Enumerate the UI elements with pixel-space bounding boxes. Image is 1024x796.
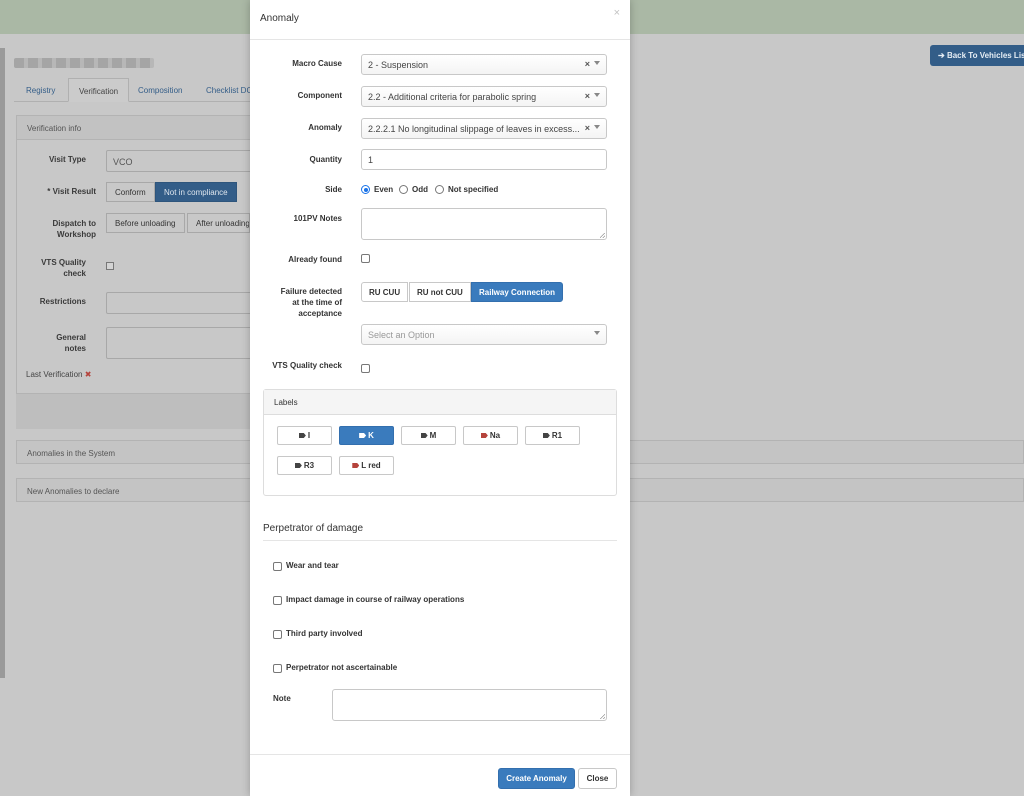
back-to-vehicles-button[interactable]: ➔ Back To Vehicles List xyxy=(930,45,1024,66)
ru-not-cuu-button[interactable]: RU not CUU xyxy=(409,282,471,302)
section-divider xyxy=(263,540,617,541)
third-party-checkbox[interactable] xyxy=(273,630,282,639)
visit-result-label: * Visit Result xyxy=(47,187,96,196)
vts-quality-checkbox[interactable] xyxy=(106,262,114,270)
visit-type-field[interactable]: VCO xyxy=(106,150,256,172)
tab-composition[interactable]: Composition xyxy=(128,78,192,102)
dispatch-label: Dispatch to Workshop xyxy=(52,219,96,239)
third-party-label: Third party involved xyxy=(286,629,363,638)
ru-cuu-button[interactable]: RU CUU xyxy=(361,282,409,302)
verification-panel-title: Verification info xyxy=(17,116,255,140)
already-found-checkbox[interactable] xyxy=(361,254,370,263)
side-odd-label: Odd xyxy=(412,185,428,194)
anomaly-select[interactable]: 2.2.2.1 No longitudinal slippage of leav… xyxy=(361,118,607,139)
quantity-label: Quantity xyxy=(309,155,342,164)
general-notes-field[interactable] xyxy=(106,327,256,359)
label-r3-button[interactable]: R3 xyxy=(277,456,332,475)
wear-and-tear-checkbox[interactable] xyxy=(273,562,282,571)
close-icon[interactable]: × xyxy=(614,7,620,19)
tag-icon xyxy=(294,463,302,468)
note-textarea[interactable] xyxy=(332,689,607,721)
label-k-button[interactable]: K xyxy=(339,426,394,445)
clear-icon[interactable]: × xyxy=(585,91,590,101)
label-m-button[interactable]: M xyxy=(401,426,456,445)
label-i-button[interactable]: I xyxy=(277,426,332,445)
tag-icon xyxy=(359,433,367,438)
side-even-label: Even xyxy=(374,185,394,194)
tab-registry[interactable]: Registry xyxy=(16,78,65,102)
side-not-specified-label: Not specified xyxy=(448,185,499,194)
visit-type-label: Visit Type xyxy=(48,155,86,164)
tag-icon xyxy=(298,433,306,438)
perpetrator-title: Perpetrator of damage xyxy=(263,523,364,534)
verification-panel-footer xyxy=(16,393,256,429)
vts-quality-check-checkbox[interactable] xyxy=(361,364,370,373)
impact-damage-label: Impact damage in course of railway opera… xyxy=(286,595,465,604)
vts-quality-label: VTS Quality check xyxy=(41,258,86,278)
failure-detected-label: Failure detected at the time of acceptance xyxy=(280,287,342,318)
option-placeholder: Select an Option xyxy=(368,330,435,340)
component-select[interactable]: 2.2 - Additional criteria for parabolic … xyxy=(361,86,607,107)
macro-cause-select[interactable]: 2 - Suspension × xyxy=(361,54,607,75)
not-ascertainable-label: Perpetrator not ascertainable xyxy=(286,663,398,672)
before-unloading-button[interactable]: Before unloading xyxy=(106,213,185,233)
tag-icon xyxy=(352,463,360,468)
clear-icon[interactable]: × xyxy=(585,123,590,133)
restrictions-field[interactable] xyxy=(106,292,256,314)
tag-icon xyxy=(542,433,550,438)
resize-grip-icon[interactable] xyxy=(600,714,605,719)
restrictions-label: Restrictions xyxy=(39,297,86,306)
after-unloading-button[interactable]: After unloading xyxy=(187,213,250,233)
conform-button[interactable]: Conform xyxy=(106,182,155,202)
notes-101pv-textarea[interactable] xyxy=(361,208,607,240)
not-ascertainable-checkbox[interactable] xyxy=(273,664,282,673)
chevron-down-icon xyxy=(594,93,600,97)
side-label: Side xyxy=(325,185,342,194)
vehicle-id-blurred xyxy=(14,58,154,68)
modal-footer: Create Anomaly Close xyxy=(250,754,630,796)
vts-quality-check-label: VTS Quality check xyxy=(272,361,342,370)
background-tabs: Registry Verification Composition Checkl… xyxy=(14,78,254,102)
label-r1-button[interactable]: R1 xyxy=(525,426,580,445)
macro-cause-value: 2 - Suspension xyxy=(368,60,429,70)
modal-header: Anomaly × xyxy=(250,0,630,40)
side-even-radio[interactable] xyxy=(361,185,370,194)
wear-and-tear-label: Wear and tear xyxy=(286,561,339,570)
note-label: Note xyxy=(273,694,291,703)
close-button[interactable]: Close xyxy=(578,768,617,789)
tag-icon xyxy=(420,433,428,438)
close-icon: ✖ xyxy=(84,370,92,379)
anomaly-modal: Anomaly × Macro Cause 2 - Suspension × C… xyxy=(250,0,630,796)
last-verification: Last Verification ✖ xyxy=(26,370,92,379)
chevron-down-icon xyxy=(594,125,600,129)
modal-title: Anomaly xyxy=(260,13,299,24)
label-l-red-button[interactable]: L red xyxy=(339,456,394,475)
side-odd-radio[interactable] xyxy=(399,185,408,194)
chevron-down-icon xyxy=(594,331,600,335)
already-found-label: Already found xyxy=(288,255,342,264)
component-label: Component xyxy=(297,91,342,100)
clear-icon[interactable]: × xyxy=(585,59,590,69)
not-in-compliance-button[interactable]: Not in compliance xyxy=(155,182,237,202)
left-scroll-strip xyxy=(0,48,5,678)
option-select[interactable]: Select an Option xyxy=(361,324,607,345)
quantity-input[interactable]: 1 xyxy=(361,149,607,170)
chevron-down-icon xyxy=(594,61,600,65)
railway-connection-button[interactable]: Railway Connection xyxy=(471,282,564,302)
label-na-button[interactable]: Na xyxy=(463,426,518,445)
notes-101pv-label: 101PV Notes xyxy=(293,214,342,223)
component-value: 2.2 - Additional criteria for parabolic … xyxy=(368,92,537,102)
anomaly-value: 2.2.2.1 No longitudinal slippage of leav… xyxy=(368,124,580,134)
anomaly-label: Anomaly xyxy=(308,123,342,132)
impact-damage-checkbox[interactable] xyxy=(273,596,282,605)
resize-grip-icon[interactable] xyxy=(600,233,605,238)
macro-cause-label: Macro Cause xyxy=(292,59,342,68)
create-anomaly-button[interactable]: Create Anomaly xyxy=(498,768,575,789)
tab-verification[interactable]: Verification xyxy=(68,78,130,102)
labels-panel: Labels I K M Na R1 R3 L red xyxy=(263,389,617,496)
labels-title: Labels xyxy=(264,390,616,415)
side-not-specified-radio[interactable] xyxy=(435,185,444,194)
general-notes-label: General notes xyxy=(56,333,86,353)
tag-icon xyxy=(480,433,488,438)
